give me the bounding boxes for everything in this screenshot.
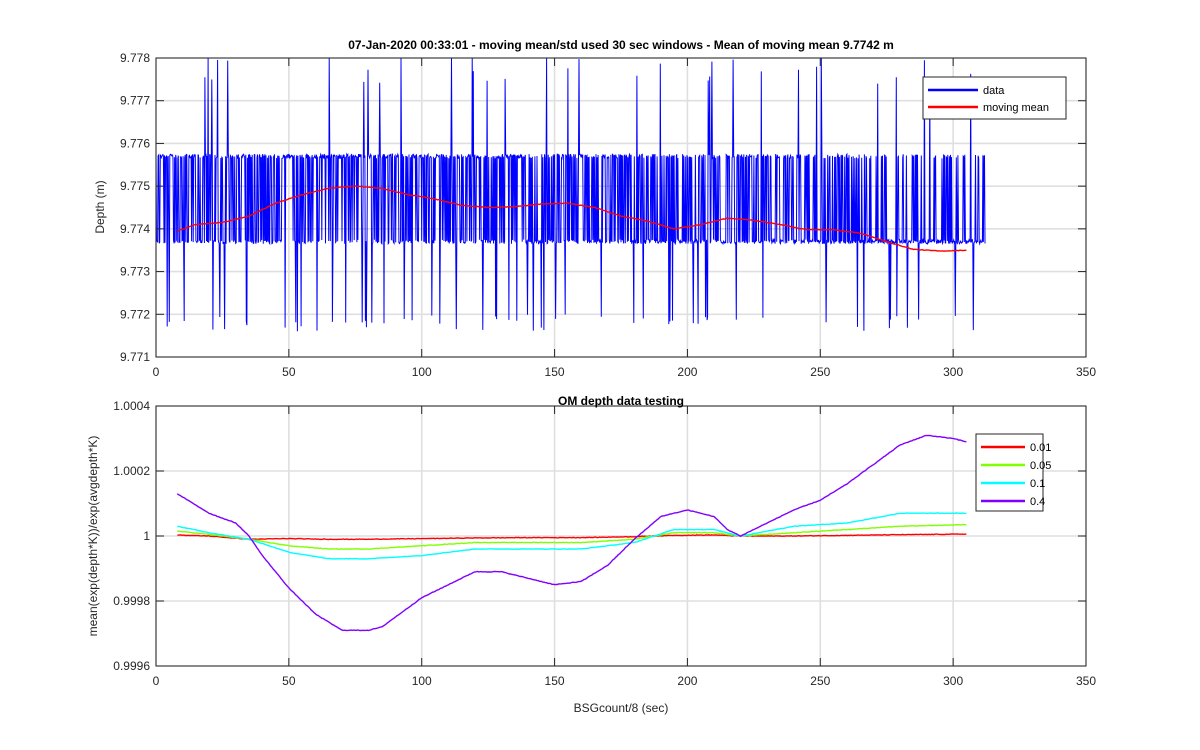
- x-tick-label: 100: [412, 365, 432, 379]
- x-tick-label: 200: [677, 674, 697, 688]
- legend: 0.01 0.05 0.1 0.4: [975, 433, 1051, 512]
- y-tick-label: 9.771: [120, 350, 150, 364]
- plot-title: OM depth data testing: [558, 394, 684, 408]
- legend-label: 0.01: [1030, 442, 1051, 454]
- x-tick-label: 300: [943, 365, 963, 379]
- y-tick-label: 9.775: [120, 179, 150, 193]
- x-tick-label: 150: [545, 365, 565, 379]
- y-tick-label: 9.776: [120, 136, 150, 150]
- legend: data moving mean: [922, 76, 1067, 120]
- x-tick-label: 250: [810, 674, 830, 688]
- y-tick-label: 9.772: [120, 307, 150, 321]
- y-tick-label: 9.778: [120, 51, 150, 65]
- figure: 0 50 100 150 200 250 300 3509.7719.7729.7739.77…: [0, 0, 1200, 750]
- x-tick-label: 50: [282, 674, 296, 688]
- y-tick-label: 9.774: [120, 222, 150, 236]
- x-tick-label: 100: [412, 674, 432, 688]
- legend-label: 0.1: [1030, 478, 1045, 490]
- x-tick-label: 50: [282, 365, 296, 379]
- legend-label: 0.4: [1030, 496, 1045, 508]
- x-tick-label: 0: [153, 365, 160, 379]
- x-tick-label: 350: [1076, 365, 1096, 379]
- x-axis-label: BSGcount/8 (sec): [574, 701, 669, 715]
- legend-label: 0.05: [1030, 460, 1051, 472]
- x-tick-label: 150: [545, 674, 565, 688]
- y-tick-label: 9.777: [120, 94, 150, 108]
- y-tick-label: 9.773: [120, 265, 150, 279]
- y-tick-label: 1: [143, 529, 150, 543]
- y-axis-label: mean(exp(depth*K))/exp(avgdepth*K): [86, 436, 100, 637]
- y-tick-label: 0.9998: [113, 594, 150, 608]
- x-tick-label: 350: [1076, 674, 1096, 688]
- chart-depth: 0 50 100 150 200 250 300 350 9.771 9.772 9.773 9.77…: [93, 38, 1096, 379]
- y-tick-label: 0.9996: [113, 659, 150, 673]
- x-tick-label: 0: [153, 674, 160, 688]
- y-tick-label: 1.0002: [113, 464, 150, 478]
- plot-title: 07-Jan-2020 00:33:01 - moving mean/std u…: [348, 38, 894, 52]
- x-tick-label: 250: [810, 365, 830, 379]
- legend-label: moving mean: [983, 102, 1049, 114]
- legend-label: data: [983, 85, 1005, 97]
- x-tick-label: 300: [943, 674, 963, 688]
- y-tick-label: 1.0004: [113, 399, 150, 413]
- y-axis-label: Depth (m): [93, 180, 107, 233]
- x-tick-label: 200: [677, 365, 697, 379]
